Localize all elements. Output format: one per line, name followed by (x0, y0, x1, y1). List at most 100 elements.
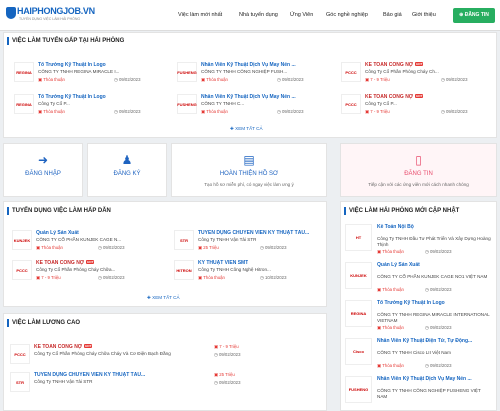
company-logo[interactable]: STR (174, 230, 194, 250)
company-logo[interactable]: REGINA (345, 300, 372, 327)
job-title[interactable]: KẾ TOÁN CÔNG NỢ HOT (36, 260, 95, 266)
job-title[interactable]: Nhân Viên Kỹ Thuật Dịch Vụ May Nén ... (201, 62, 296, 68)
company-logo[interactable]: REGINA (14, 94, 34, 114)
posted-date: ◷ 09/02/2023 (214, 352, 240, 358)
nav-item-pricing[interactable]: Bảo giá (383, 12, 402, 18)
job-item[interactable]: KUNJEK Quản Lý Sản Xuất CÔNG TY CỔ PHẦN … (12, 228, 162, 252)
company-logo[interactable]: HITRON (174, 260, 194, 280)
nav-item-candidates[interactable]: Ứng Viên (290, 12, 313, 18)
nav-item-about[interactable]: Giới thiệu (412, 12, 436, 18)
view-all-label: XEM TẤT CẢ (235, 126, 263, 131)
company-name: Công Ty Cổ Phần Phòng Cháy Ch... (365, 69, 439, 74)
job-item[interactable]: PCCC KẾ TOÁN CÔNG NỢ HOT Công Ty Cổ Phần … (12, 258, 162, 282)
register-label: ĐĂNG KÝ (113, 171, 141, 177)
company-logo[interactable]: KUNJEK (345, 262, 372, 289)
job-item[interactable]: REGINA Tổ Trưởng Kỹ Thuật In Logo Công T… (14, 92, 164, 116)
view-all-label: XEM TẤT CẢ (152, 295, 180, 300)
nav-item-career-corner[interactable]: Góc nghề nghiệp (326, 12, 368, 18)
company-logo[interactable]: KUNJEK (12, 230, 32, 250)
job-item[interactable]: PCCC KẾ TOÁN CÔNG NỢ HOT Công Ty Cổ Phần … (341, 60, 491, 84)
company-logo[interactable]: PCCC (12, 260, 32, 280)
salary-text: 7 - 9 Triệu (370, 109, 390, 114)
job-item[interactable]: STR TUYỂN DỤNG CHUYÊN VIÊN KỸ THUẬT TÀU.… (10, 370, 320, 394)
complete-profile-card[interactable]: ▤ HOÀN THIỆN HỒ SƠ Tạo hồ sơ miễn phí, c… (171, 143, 327, 197)
posted-date: ◷ 09/02/2023 (425, 363, 451, 369)
post-job-button[interactable]: ⊕ ĐĂNG TIN (453, 8, 495, 23)
job-title[interactable]: TUYỂN DỤNG CHUYÊN VIÊN KỸ THUẬT TÀU... (198, 230, 309, 236)
job-item[interactable]: REGINA Tổ Trưởng Kỹ Thuật In Logo CÔNG T… (345, 298, 493, 330)
job-title-text: Nhân Viên Kỹ Thuật Điện Tử, Tự Động... (377, 338, 473, 344)
view-all-link[interactable]: ✚ XEM TẤT CẢ (147, 295, 180, 301)
job-item[interactable]: PCCC KẾ TOÁN CÔNG NỢ HOT Công Ty Cổ P... ▣… (341, 92, 491, 116)
job-title[interactable]: Nhân Viên Kỹ Thuật Dịch Vụ May Nén ... (201, 94, 296, 100)
section-title: TUYỂN DỤNG VIỆC LÀM HẤP DẪN (12, 208, 111, 214)
job-item[interactable]: HITRON KỸ THUẬT VIÊN SMT Công Ty TNHH Cô… (174, 258, 324, 282)
job-title[interactable]: Tổ Trưởng Kỹ Thuật In Logo (38, 94, 106, 100)
company-name: CÔNG TY TNHH REGINA MIRACLE INTERNATIONA… (377, 312, 490, 323)
job-title-text: Kế Toán Nội Bộ (377, 224, 414, 230)
job-title-text: Nhân Viên Kỹ Thuật Dịch Vụ May Nén ... (201, 94, 296, 100)
job-item[interactable]: PCCC KẾ TOÁN CÔNG NỢ HOT Công Ty Cổ Phần … (10, 342, 320, 366)
salary: ▣ Thỏa thuận (38, 109, 65, 115)
company-logo[interactable]: PCCC (341, 94, 361, 114)
company-name: CÔNG TY CỔ PHẦN KUNJEK CAGE N... (36, 237, 122, 242)
salary-text: Thỏa thuận (382, 287, 404, 292)
job-title[interactable]: Nhân Viên Kỹ Thuật Điện Tử, Tự Động... (377, 338, 491, 344)
job-title-text: TUYỂN DỤNG CHUYÊN VIÊN KỸ THUẬT TÀU... (34, 372, 146, 378)
job-title[interactable]: Tổ Trưởng Kỹ Thuật In Logo (38, 62, 106, 68)
date-text: 09/02/2023 (218, 352, 241, 357)
company-logo[interactable]: PCCC (341, 62, 361, 82)
company-logo[interactable]: FUSHENG (345, 376, 372, 403)
job-title[interactable]: KẾ TOÁN CÔNG NỢ HOT (365, 62, 424, 68)
company-name: Công Ty Cổ Phần Phòng Cháy Chữa Cháy Và … (34, 351, 171, 356)
job-title[interactable]: KẾ TOÁN CÔNG NỢ HOT (34, 344, 93, 350)
job-title[interactable]: Tổ Trưởng Kỹ Thuật In Logo (377, 300, 491, 306)
company-name: Công Ty TNHH Vận Tải STR (198, 237, 257, 242)
company-name: Công Ty Cổ Phần Phòng Cháy Chữa... (36, 267, 116, 272)
salary: ▣ Thỏa thuận (198, 275, 225, 281)
date-text: 09/02/2023 (218, 380, 241, 385)
post-job-card[interactable]: ▯ ĐĂNG TIN Tiếp cận với các ứng viên mới… (340, 143, 497, 197)
salary: ▣ Thỏa thuận (377, 287, 404, 293)
job-title[interactable]: Nhân Viên Kỹ Thuật Dịch Vụ May Nén ... (377, 376, 491, 382)
company-logo[interactable]: HT (345, 224, 372, 251)
job-title[interactable]: KẾ TOÁN CÔNG NỢ HOT (365, 94, 424, 100)
salary-text: 7 - 9 Triệu (370, 77, 390, 82)
job-item[interactable]: HT Kế Toán Nội Bộ Công Ty TNHH Đầu Tư Ph… (345, 222, 493, 254)
company-name: CÔNG TY TNHH Cisco LII Việt Nam (377, 350, 451, 355)
post-job-card-sub: Tiếp cận với các ứng viên mới cách nhanh… (368, 182, 469, 187)
register-card[interactable]: ♟ ĐĂNG KÝ (87, 143, 167, 197)
job-title[interactable]: Kế Toán Nội Bộ (377, 224, 491, 230)
logo-tagline: TUYỂN DỤNG VIỆC LÀM HẢI PHÒNG (19, 17, 81, 21)
company-logo[interactable]: Cisco (345, 338, 372, 365)
job-item[interactable]: FUSHENG Nhân Viên Kỹ Thuật Dịch Vụ May N… (177, 92, 327, 116)
posted-date: ◷ 09/02/2023 (214, 380, 240, 386)
company-logo[interactable]: PCCC (10, 344, 30, 364)
job-item[interactable]: KUNJEK Quản Lý Sản Xuất CÔNG TY CỔ PHẦN … (345, 260, 493, 292)
job-item[interactable]: Cisco Nhân Viên Kỹ Thuật Điện Tử, Tự Độn… (345, 336, 493, 368)
nav-item-latest-jobs[interactable]: Việc làm mới nhất (178, 12, 222, 18)
complete-profile-sub: Tạo hồ sơ miễn phí, có ngay việc làm ưng… (204, 182, 294, 187)
job-item[interactable]: FUSHENG Nhân Viên Kỹ Thuật Dịch Vụ May N… (345, 374, 493, 406)
profile-icon: ▤ (243, 153, 255, 167)
job-title-text: KẾ TOÁN CÔNG NỢ (36, 260, 85, 266)
site-logo[interactable]: HAIPHONGJOB.VN TUYỂN DỤNG VIỆC LÀM HẢI P… (6, 6, 95, 24)
job-item[interactable]: STR TUYỂN DỤNG CHUYÊN VIÊN KỸ THUẬT TÀU.… (174, 228, 324, 252)
company-logo[interactable]: REGINA (14, 62, 34, 82)
company-logo[interactable]: FUSHENG (177, 94, 197, 114)
salary-text: Thỏa thuận (41, 245, 63, 250)
job-title[interactable]: TUYỂN DỤNG CHUYÊN VIÊN KỸ THUẬT TÀU... (34, 372, 145, 378)
view-all-link[interactable]: ✚ XEM TẤT CẢ (230, 126, 263, 132)
nav-item-employers[interactable]: Nhà tuyển dụng (239, 12, 278, 18)
job-item[interactable]: FUSHENG Nhân Viên Kỹ Thuật Dịch Vụ May N… (177, 60, 327, 84)
company-logo[interactable]: FUSHENG (177, 62, 197, 82)
job-title[interactable]: KỸ THUẬT VIÊN SMT (198, 260, 248, 266)
job-item[interactable]: REGINA Tổ Trưởng Kỹ Thuật In Logo CÔNG T… (14, 60, 164, 84)
attractive-jobs-section: TUYỂN DỤNG VIỆC LÀM HẤP DẪN KUNJEK Quản … (3, 201, 327, 307)
salary: ▣ Thỏa thuận (201, 109, 228, 115)
company-name: Công Ty TNHH Đầu Tư Phát Triển Và Xây Dự… (377, 236, 491, 247)
company-logo[interactable]: STR (10, 372, 30, 392)
job-title[interactable]: Quản Lý Sản Xuất (36, 230, 79, 236)
job-title[interactable]: Quản Lý Sản Xuất (377, 262, 491, 268)
login-card[interactable]: ➜ ĐĂNG NHẬP (3, 143, 83, 197)
